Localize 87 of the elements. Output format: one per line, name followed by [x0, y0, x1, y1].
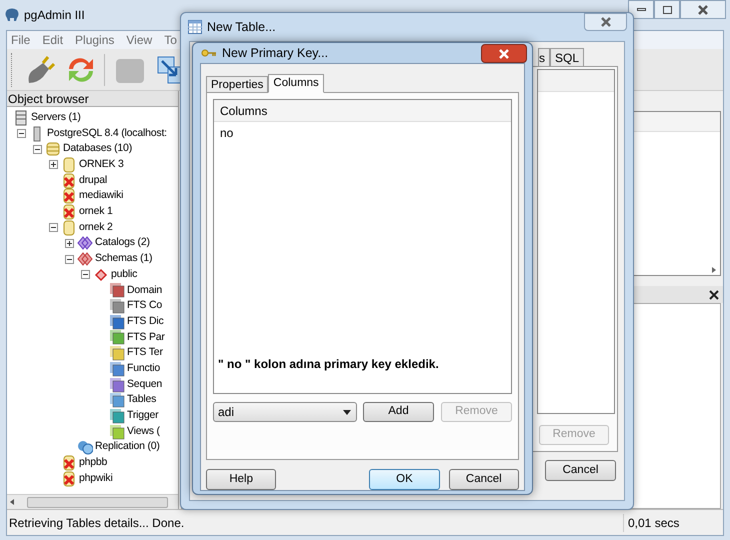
dialog-button[interactable]: Cancel [448, 469, 519, 490]
tree-item[interactable]: FTS Par [127, 330, 165, 346]
tree-item[interactable]: mediawiki [79, 188, 124, 204]
tree-item[interactable]: phpwiki [79, 470, 113, 487]
tree-item[interactable]: Sequen [127, 376, 162, 392]
dialog-title: New Table... [207, 18, 276, 36]
tree-item[interactable]: Replication (0) [95, 439, 160, 456]
key-icon [201, 49, 217, 57]
tree-item[interactable]: Catalogs (2) [95, 235, 150, 252]
menu-item[interactable]: File [11, 31, 30, 49]
cylinder-cross-icon [61, 470, 77, 487]
cylinder-cross-icon [61, 204, 77, 220]
close-icon [498, 48, 510, 58]
collapse-toggle-icon[interactable] [81, 270, 90, 280]
list-row[interactable]: no [214, 122, 234, 140]
tree-item[interactable]: phpbb [79, 455, 108, 471]
cylinder-cross-icon [61, 454, 77, 471]
cylinders-icon [45, 141, 61, 158]
add-button[interactable]: Add [363, 402, 434, 422]
tree-item[interactable]: Servers (1) [31, 110, 81, 126]
tree-item[interactable]: ornek 1 [79, 204, 113, 220]
status-time: 0,01 secs [623, 514, 723, 532]
cylinder-icon [61, 156, 77, 173]
tree-item[interactable]: FTS Ter [127, 345, 163, 362]
tree-item[interactable]: drupal [79, 172, 107, 188]
tree-item[interactable]: Domain [127, 282, 162, 298]
note-text: " no " kolon adına primary key ekledik. [217, 356, 440, 373]
column-header[interactable]: Columns [214, 100, 511, 122]
close-icon[interactable] [709, 290, 719, 300]
window-title: pgAdmin III [24, 7, 85, 24]
tree-item[interactable]: ornek 2 [79, 220, 113, 236]
scroll-right-icon[interactable] [712, 267, 716, 273]
tree-item[interactable]: public [111, 266, 138, 283]
column-dropdown[interactable]: adi [213, 402, 357, 422]
tree-item[interactable]: Tables [127, 392, 156, 408]
server-stack-icon [13, 110, 29, 126]
diamonds-icon [77, 251, 93, 268]
collapse-toggle-icon[interactable] [33, 144, 42, 154]
tree-item[interactable]: ORNEK 3 [79, 157, 124, 173]
dialog-button[interactable]: Help [206, 469, 276, 490]
cylinder-icon [61, 220, 77, 236]
collapse-toggle-icon[interactable] [49, 223, 58, 232]
tree-item[interactable]: Databases (10) [63, 141, 132, 158]
dialog-button[interactable]: OK [369, 469, 440, 490]
tab[interactable]: s [538, 48, 550, 66]
tree-item[interactable]: FTS Co [127, 298, 162, 314]
close-icon [600, 17, 612, 27]
tree-item[interactable]: Functio [127, 360, 160, 377]
minimize-button[interactable] [628, 0, 654, 19]
status-message: Retrieving Tables details... Done. [8, 514, 186, 532]
replication-icon [77, 439, 93, 456]
close-icon [697, 4, 709, 14]
tree-item[interactable]: Trigger [127, 408, 158, 424]
horizontal-scrollbar[interactable] [7, 494, 178, 509]
tab[interactable]: SQL [550, 48, 584, 66]
cylinder-cross-icon [61, 172, 77, 189]
tree-item[interactable]: Views ( [127, 424, 160, 440]
close-button[interactable] [481, 44, 527, 63]
tree-item[interactable]: PostgreSQL 8.4 (localhost: [47, 126, 167, 142]
close-button[interactable] [584, 13, 627, 31]
tree-item[interactable]: Schemas (1) [95, 251, 152, 267]
collapse-toggle-icon[interactable] [65, 254, 74, 264]
panel-title: Object browser [7, 91, 178, 107]
tab[interactable]: Columns [268, 74, 324, 93]
menu-item[interactable]: Edit [42, 31, 64, 49]
table-icon [188, 20, 202, 34]
collapse-toggle-icon[interactable] [17, 129, 26, 138]
expand-toggle-icon[interactable] [49, 160, 58, 170]
diamond-icon [93, 266, 109, 283]
columns-list[interactable]: Columns no " no " kolon adına primary key ekledik. [213, 99, 512, 394]
maximize-button[interactable] [654, 0, 680, 19]
cylinder-cross-icon [61, 188, 77, 204]
menu-item[interactable]: To [164, 31, 177, 49]
expand-toggle-icon[interactable] [65, 238, 74, 248]
close-button[interactable] [680, 0, 726, 19]
list-box[interactable] [537, 69, 615, 414]
caret-icon [343, 410, 351, 414]
maximize-icon [662, 6, 672, 14]
cancel-button[interactable]: Cancel [545, 460, 616, 481]
tab[interactable]: Properties [206, 76, 268, 93]
minimize-icon [636, 8, 646, 11]
menu-item[interactable]: Plugins [75, 31, 114, 49]
tree-item[interactable]: FTS Dic [127, 314, 164, 330]
diamonds-icon [77, 235, 93, 252]
scroll-left-icon[interactable] [10, 499, 14, 505]
menu-item[interactable]: View [126, 31, 152, 49]
dialog-title: New Primary Key... [222, 44, 328, 62]
